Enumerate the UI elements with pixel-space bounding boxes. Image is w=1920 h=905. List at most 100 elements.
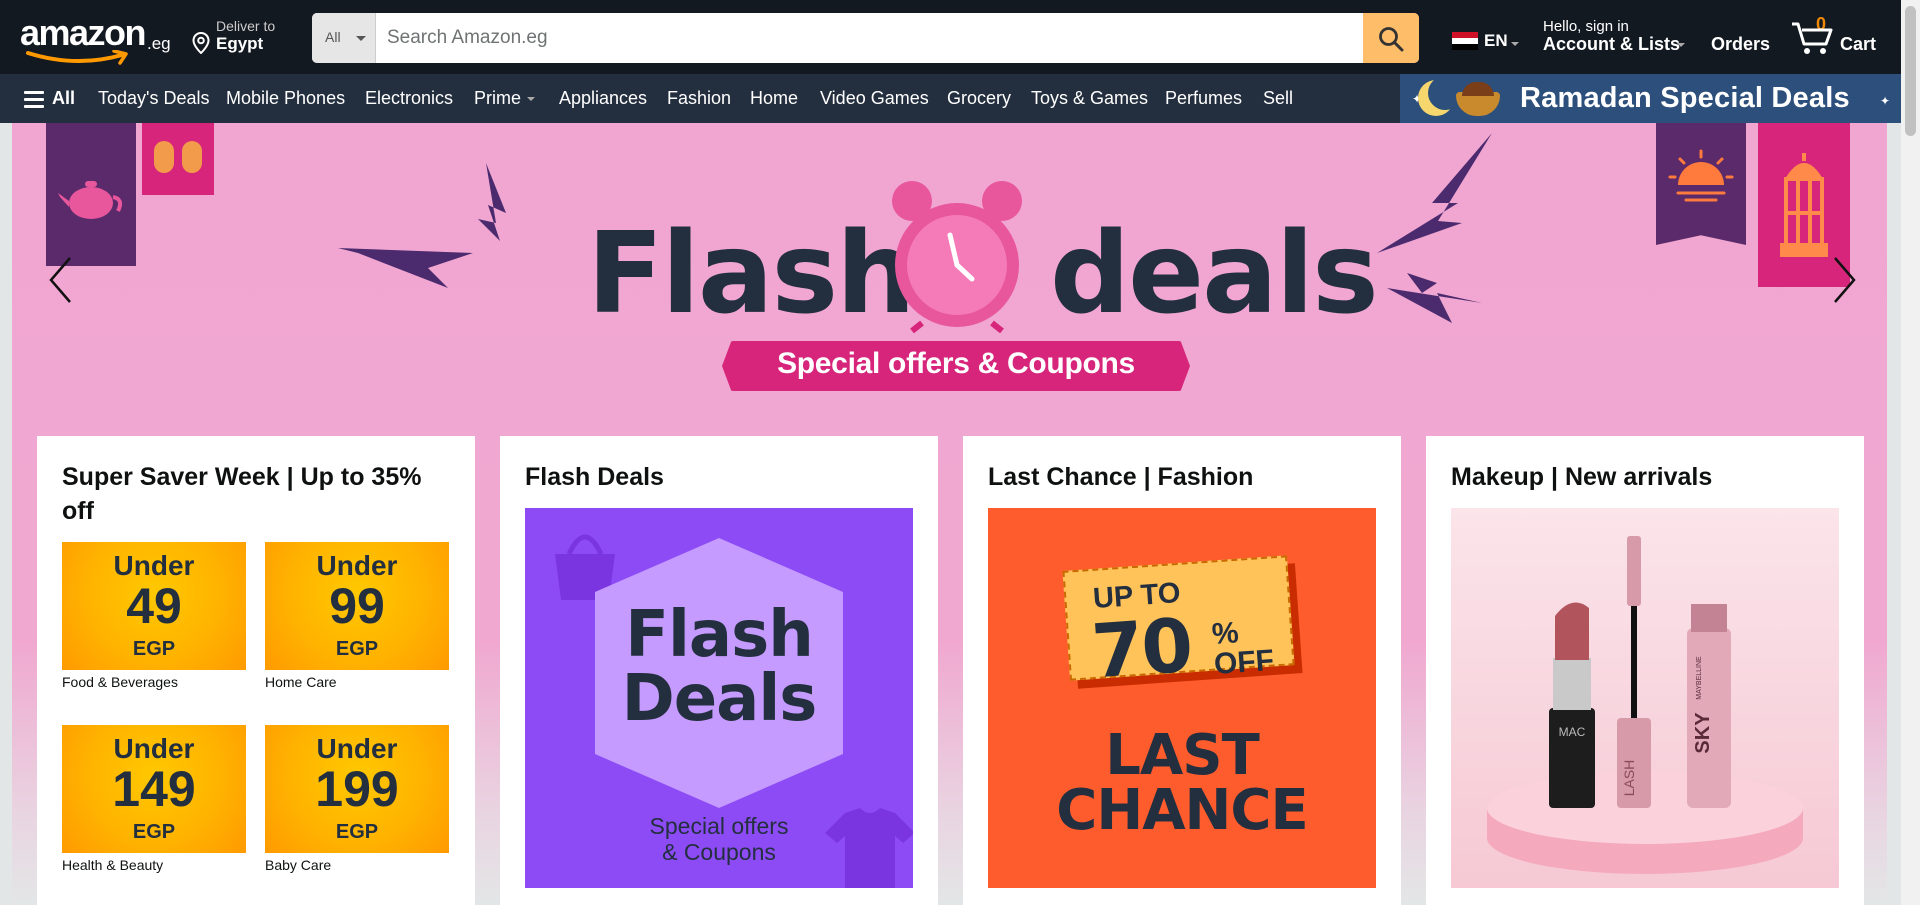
tile-under-199[interactable]: Under 199 EGP bbox=[265, 725, 449, 853]
deliver-to-location[interactable]: Deliver to Egypt bbox=[192, 18, 292, 58]
date-fruit-icon bbox=[182, 141, 202, 173]
tile-currency: EGP bbox=[132, 638, 176, 660]
language-code: EN bbox=[1484, 31, 1508, 50]
discount-off-label: OFF bbox=[1212, 643, 1276, 682]
tile-caption[interactable]: Food & Beverages bbox=[62, 674, 178, 690]
discount-off: % OFF bbox=[1211, 616, 1276, 682]
tile-price: 49 bbox=[126, 578, 182, 634]
tile-caption[interactable]: Baby Care bbox=[265, 857, 331, 873]
nav-item-grocery[interactable]: Grocery bbox=[947, 88, 1011, 109]
search-category-label: All bbox=[325, 29, 341, 45]
card-makeup-new-arrivals: Makeup | New arrivals MAC LASH SKY MAYBE… bbox=[1426, 436, 1864, 905]
mascara-brand-label: MAYBELLINE bbox=[1696, 656, 1703, 700]
nav-item-todays-deals[interactable]: Today's Deals bbox=[98, 88, 210, 109]
card-flash-deals: Flash Deals Flash Deals Special offers &… bbox=[500, 436, 938, 905]
tile-caption[interactable]: Home Care bbox=[265, 674, 337, 690]
last-chance-image[interactable]: UP TO 70 % OFF LAST CHANCE bbox=[988, 508, 1376, 888]
nav-item-mobile-phones[interactable]: Mobile Phones bbox=[226, 88, 345, 109]
deliver-country: Egypt bbox=[216, 34, 264, 53]
all-menu-label: All bbox=[52, 88, 76, 108]
star-icon: ✦ bbox=[1880, 94, 1891, 108]
deliver-label: Deliver to bbox=[216, 18, 276, 34]
language-selector[interactable]: EN bbox=[1450, 28, 1520, 54]
cart-button[interactable]: 0 Cart bbox=[1790, 14, 1890, 58]
makeup-products-illustration: MAC LASH SKY MAYBELLINE bbox=[1487, 536, 1803, 874]
nav-item-sell[interactable]: Sell bbox=[1263, 88, 1293, 109]
cart-label: Cart bbox=[1840, 34, 1877, 54]
makeup-image[interactable]: MAC LASH SKY MAYBELLINE bbox=[1451, 508, 1839, 888]
last-chance-line1: LAST bbox=[1105, 723, 1260, 788]
cart-icon bbox=[1792, 22, 1833, 54]
chevron-down-icon bbox=[356, 36, 366, 41]
account-and-lists[interactable]: Hello, sign in Account & Lists bbox=[1543, 18, 1693, 58]
sunset-banner-decoration bbox=[1656, 123, 1746, 245]
search-bar: All bbox=[312, 13, 1419, 63]
secondary-navigation-bar: All Today's Deals Mobile Phones Electron… bbox=[0, 74, 1901, 123]
tile-price: 199 bbox=[315, 761, 399, 817]
card-title[interactable]: Makeup | New arrivals bbox=[1451, 460, 1846, 494]
lightning-bolt-icon bbox=[1377, 133, 1492, 323]
carousel-next-arrow-icon[interactable] bbox=[1829, 255, 1859, 305]
crescent-moon-icon bbox=[1418, 76, 1462, 116]
hero-title-left: Flash bbox=[587, 209, 916, 339]
nav-item-electronics[interactable]: Electronics bbox=[365, 88, 453, 109]
carousel-prev-arrow-icon[interactable] bbox=[46, 255, 76, 305]
card-last-chance-fashion: Last Chance | Fashion UP TO 70 % OFF LAST… bbox=[963, 436, 1401, 905]
hero-title-right: deals bbox=[1050, 209, 1379, 339]
card-super-saver-week: Super Saver Week | Up to 35% off Under 4… bbox=[37, 436, 475, 905]
nav-item-perfumes[interactable]: Perfumes bbox=[1165, 88, 1242, 109]
card-title[interactable]: Super Saver Week | Up to 35% off bbox=[62, 460, 457, 528]
logo-smile-icon bbox=[26, 50, 128, 65]
flash-deals-image[interactable]: Flash Deals Special offers & Coupons bbox=[525, 508, 913, 888]
search-input[interactable] bbox=[376, 13, 1361, 63]
hero-subtitle: Special offers & Coupons bbox=[777, 347, 1135, 380]
account-greeting: Hello, sign in bbox=[1543, 18, 1629, 35]
scrollbar-thumb[interactable] bbox=[1905, 6, 1916, 136]
card-title[interactable]: Flash Deals bbox=[525, 460, 920, 494]
tile-price: 149 bbox=[112, 761, 196, 817]
nav-item-prime[interactable]: Prime bbox=[474, 88, 536, 109]
teapot-banner-decoration bbox=[46, 123, 136, 266]
teapot-icon bbox=[58, 181, 123, 219]
hamburger-menu-icon bbox=[24, 91, 44, 112]
flash-deals-small1: Special offers bbox=[649, 813, 789, 839]
page-scrollbar[interactable] bbox=[1901, 0, 1920, 905]
hero-carousel: Flash deals Special offers & Coupons Sup… bbox=[12, 123, 1887, 905]
tile-under-99[interactable]: Under 99 EGP bbox=[265, 542, 449, 670]
search-button[interactable] bbox=[1363, 13, 1419, 63]
dates-bowl-icon bbox=[1456, 82, 1500, 116]
tile-currency: EGP bbox=[132, 821, 176, 843]
nav-item-fashion[interactable]: Fashion bbox=[667, 88, 731, 109]
flash-deals-line1: Flash bbox=[625, 598, 814, 672]
nav-item-toys-games[interactable]: Toys & Games bbox=[1031, 88, 1148, 109]
date-fruit-icon bbox=[154, 141, 174, 173]
dates-banner-decoration bbox=[142, 123, 214, 195]
card-title[interactable]: Last Chance | Fashion bbox=[988, 460, 1383, 494]
alarm-clock-icon bbox=[892, 181, 1022, 333]
mascara-name-label: SKY bbox=[1692, 712, 1714, 754]
nav-item-video-games[interactable]: Video Games bbox=[820, 88, 929, 109]
amazon-logo[interactable]: amazon .eg bbox=[20, 12, 171, 65]
promo-text: Ramadan Special Deals bbox=[1520, 82, 1850, 114]
discount-percent: 70 bbox=[1089, 602, 1194, 696]
location-pin-icon bbox=[192, 32, 210, 54]
top-navigation-bar: amazon .eg Deliver to Egypt All Search A… bbox=[0, 0, 1901, 74]
nav-item-appliances[interactable]: Appliances bbox=[559, 88, 647, 109]
egypt-flag-icon bbox=[1452, 32, 1478, 50]
ramadan-deals-promo[interactable]: ✦ Ramadan Special Deals ✦ bbox=[1400, 74, 1901, 123]
last-chance-line2: CHANCE bbox=[1056, 778, 1309, 843]
search-icon bbox=[1379, 27, 1404, 52]
orders-link[interactable]: Orders bbox=[1711, 34, 1770, 55]
tile-under-49[interactable]: Under 49 EGP bbox=[62, 542, 246, 670]
tile-currency: EGP bbox=[335, 821, 379, 843]
nav-item-home[interactable]: Home bbox=[750, 88, 798, 109]
search-category-dropdown[interactable]: All bbox=[312, 13, 376, 63]
sunset-icon bbox=[1668, 149, 1734, 202]
tile-under-149[interactable]: Under 149 EGP bbox=[62, 725, 246, 853]
tile-currency: EGP bbox=[335, 638, 379, 660]
hero-subtitle-badge: Special offers & Coupons bbox=[722, 341, 1190, 391]
tile-price: 99 bbox=[329, 578, 385, 634]
nav-item-prime-label: Prime bbox=[474, 88, 522, 108]
mascara2-name-label: LASH bbox=[1621, 760, 1637, 797]
tile-caption[interactable]: Health & Beauty bbox=[62, 857, 163, 873]
